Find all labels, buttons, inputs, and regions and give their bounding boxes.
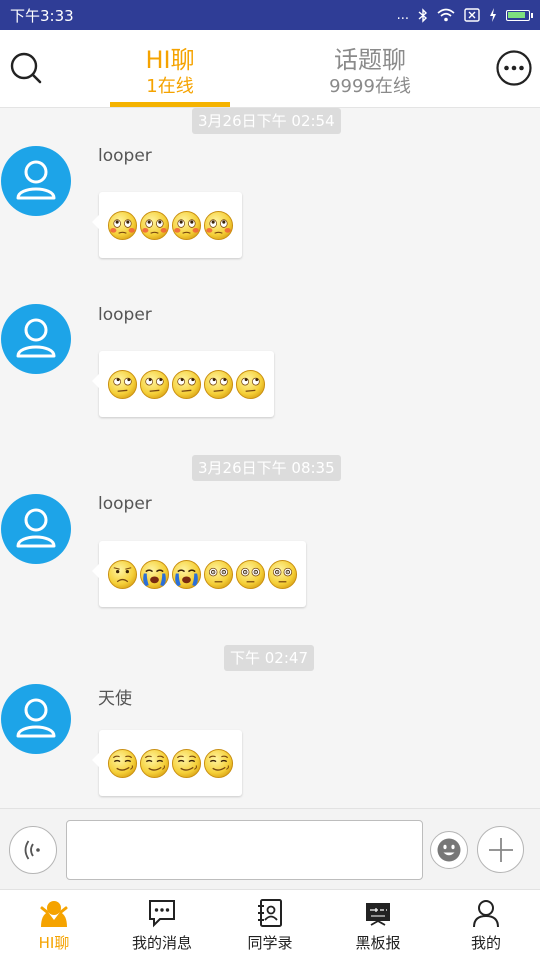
battery-icon: [506, 9, 533, 21]
rolling-eyes-face-emoji-icon: [203, 369, 234, 400]
message-bubble[interactable]: [92, 730, 242, 796]
stunned-face-emoji-icon: [267, 559, 298, 590]
bottom-nav: HI聊 我的消息 同学录 黑板报 我的: [0, 889, 540, 960]
time-chip: 3月26日下午 08:35: [192, 455, 341, 481]
tab-topic-chat[interactable]: 话题聊 9999在线: [295, 44, 445, 98]
sender-name: 天使: [98, 689, 132, 709]
sender-name: looper: [98, 494, 152, 514]
tab-topic-chat-online: 9999在线: [329, 76, 411, 97]
flushed-face-emoji-icon: [139, 210, 170, 241]
more-icon: [496, 50, 532, 86]
message-input[interactable]: [66, 820, 423, 880]
top-header: HI聊 1在线 话题聊 9999在线: [0, 30, 540, 108]
rolling-eyes-face-emoji-icon: [171, 369, 202, 400]
sender-name: looper: [98, 305, 152, 325]
smirk-face-emoji-icon: [139, 748, 170, 779]
chat-area[interactable]: 3月26日下午 02:54 looper looper 3月26日下午 08:3…: [0, 108, 540, 808]
rolling-eyes-face-emoji-icon: [107, 369, 138, 400]
nav-label: 黑板报: [355, 934, 401, 952]
nav-label: HI聊: [38, 934, 70, 952]
tab-hi-chat-title: HI聊: [145, 46, 195, 74]
more-button[interactable]: [494, 48, 534, 88]
sad-face-emoji-icon: [107, 559, 138, 590]
no-sim-icon: [464, 8, 480, 22]
user-avatar-icon: [1, 146, 71, 216]
crying-face-emoji-icon: [171, 559, 202, 590]
rolling-eyes-face-emoji-icon: [139, 369, 170, 400]
message-icon: [149, 900, 175, 928]
user-avatar-icon: [1, 304, 71, 374]
nav-hi-chat[interactable]: HI聊: [0, 890, 108, 960]
sender-name: looper: [98, 146, 152, 166]
hi-chat-icon: [40, 901, 68, 927]
nav-blackboard[interactable]: 黑板报: [324, 890, 432, 960]
search-button[interactable]: [6, 48, 46, 88]
status-bar: 下午3:33 ...: [0, 0, 540, 30]
charging-icon: [490, 8, 496, 22]
stunned-face-emoji-icon: [235, 559, 266, 590]
flushed-face-emoji-icon: [171, 210, 202, 241]
tab-hi-chat-online: 1在线: [146, 76, 194, 97]
smirk-face-emoji-icon: [171, 748, 202, 779]
voice-icon: [24, 840, 40, 860]
message-bubble[interactable]: [92, 541, 306, 607]
tab-topic-chat-title: 话题聊: [334, 46, 406, 74]
emoji-button[interactable]: [430, 831, 468, 869]
blackboard-icon: [366, 903, 390, 926]
user-avatar-icon: [1, 494, 71, 564]
message-bubble[interactable]: [92, 192, 242, 258]
smiley-icon: [437, 838, 461, 862]
crying-face-emoji-icon: [139, 559, 170, 590]
rolling-eyes-face-emoji-icon: [235, 369, 266, 400]
input-bar: [0, 808, 540, 889]
profile-icon: [473, 900, 499, 928]
smirk-face-emoji-icon: [107, 748, 138, 779]
bluetooth-icon: [418, 7, 428, 23]
avatar[interactable]: [1, 146, 71, 216]
active-tab-indicator: [110, 102, 230, 107]
avatar[interactable]: [1, 304, 71, 374]
plus-icon: [488, 837, 513, 862]
wifi-icon: [437, 8, 455, 22]
tab-hi-chat[interactable]: HI聊 1在线: [110, 44, 230, 98]
avatar[interactable]: [1, 494, 71, 564]
add-button[interactable]: [477, 826, 524, 873]
nav-label: 我的消息: [131, 934, 192, 952]
nav-messages[interactable]: 我的消息: [108, 890, 216, 960]
stunned-face-emoji-icon: [203, 559, 234, 590]
nav-classmates[interactable]: 同学录: [216, 890, 324, 960]
search-icon: [10, 52, 42, 84]
voice-button[interactable]: [9, 826, 57, 874]
avatar[interactable]: [1, 684, 71, 754]
smirk-face-emoji-icon: [203, 748, 234, 779]
time-chip: 3月26日下午 02:54: [192, 108, 341, 134]
classmates-icon: [258, 899, 282, 927]
nav-profile[interactable]: 我的: [432, 890, 540, 960]
notification-dots-icon: ...: [396, 7, 409, 23]
time-chip: 下午 02:47: [224, 645, 314, 671]
flushed-face-emoji-icon: [107, 210, 138, 241]
nav-label: 同学录: [247, 934, 293, 952]
message-bubble[interactable]: [92, 351, 274, 417]
status-time: 下午3:33: [10, 6, 74, 25]
user-avatar-icon: [1, 684, 71, 754]
flushed-face-emoji-icon: [203, 210, 234, 241]
nav-label: 我的: [470, 934, 501, 952]
